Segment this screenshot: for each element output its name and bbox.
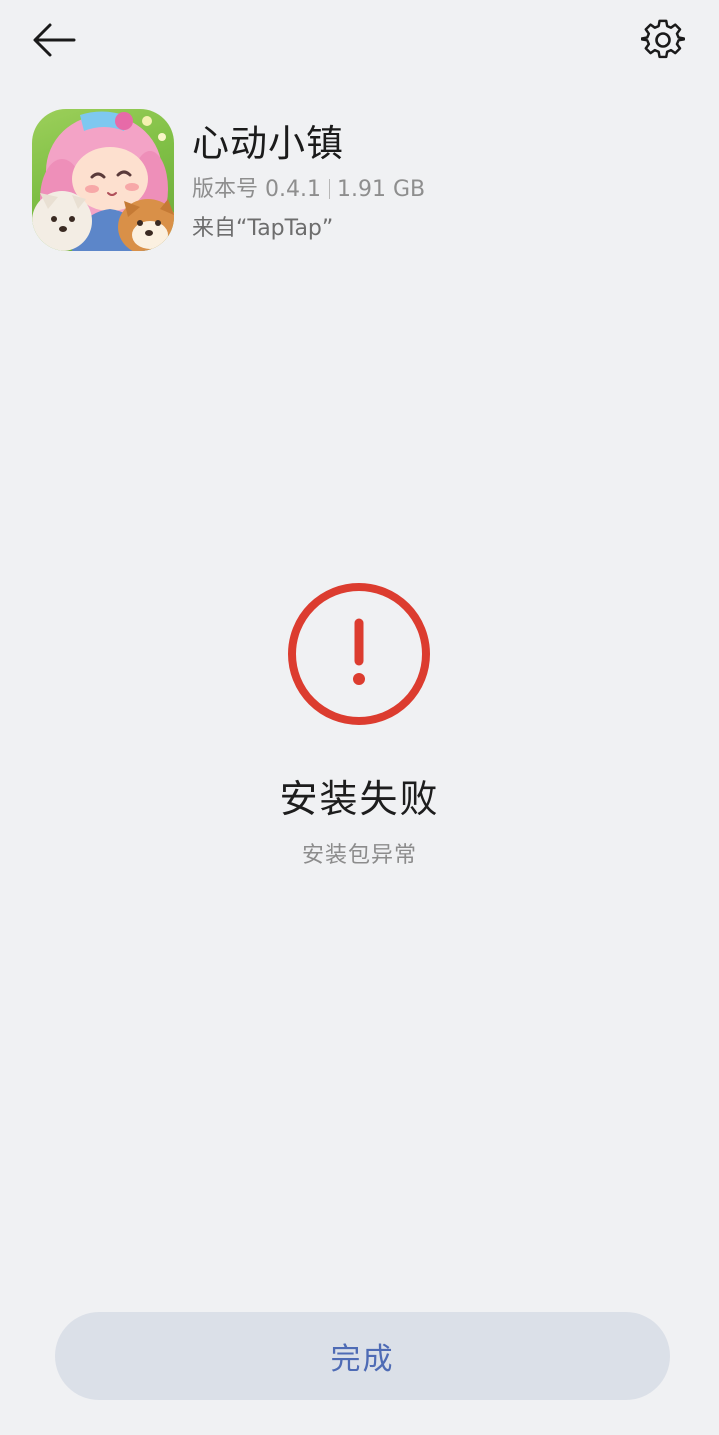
settings-button[interactable] — [634, 12, 692, 68]
result-subtitle: 安装包异常 — [301, 843, 417, 868]
app-name: 心动小镇 — [192, 122, 344, 165]
install-result-screen: 心动小镇 版本号 0.4.1 1.91 GB 来自“TapTap” 安装失败 安装… — [0, 0, 719, 1435]
gear-icon — [641, 19, 685, 59]
meta-divider — [328, 179, 330, 199]
app-version: 版本号 0.4.1 — [192, 177, 321, 202]
app-icon — [32, 109, 174, 251]
error-exclamation-icon — [288, 583, 430, 725]
app-size: 1.91 GB — [336, 177, 426, 202]
app-meta: 版本号 0.4.1 1.91 GB — [192, 174, 425, 206]
app-info: 心动小镇 版本号 0.4.1 1.91 GB 来自“TapTap” — [192, 118, 425, 245]
result-title: 安装失败 — [279, 777, 440, 821]
done-button[interactable]: 完成 — [55, 1312, 670, 1400]
arrow-left-icon — [33, 23, 76, 57]
back-button[interactable] — [26, 14, 82, 66]
app-source: 来自“TapTap” — [192, 216, 334, 241]
